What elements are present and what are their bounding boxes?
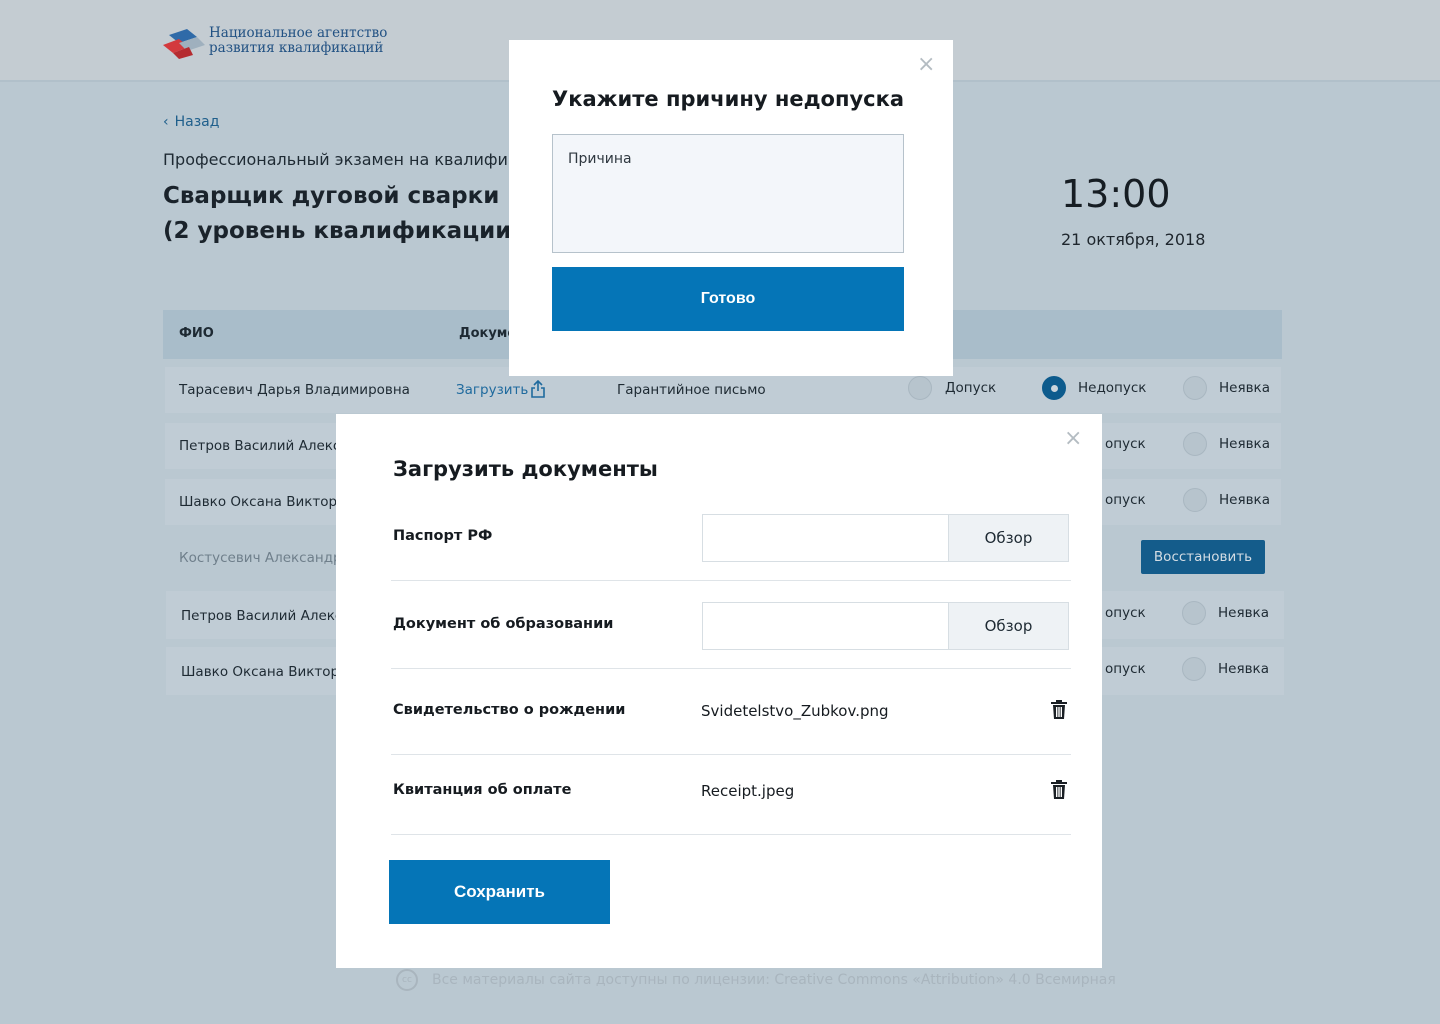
exam-subtitle: Профессиональный экзамен на квалифик	[163, 150, 518, 169]
participant-name: Петров Василий Алексе	[181, 608, 351, 624]
uploaded-file-name: Receipt.jpeg	[701, 782, 795, 800]
column-header-docs: Докуме	[459, 326, 517, 341]
chevron-left-icon: ‹	[163, 114, 169, 130]
radio-not-admit-label: опуск	[1105, 605, 1146, 621]
radio-absent-label: Неявка	[1218, 661, 1269, 677]
exam-time: 13:00	[1061, 172, 1171, 216]
footer-license-text: Все материалы сайта доступны по лицензии…	[432, 972, 1116, 988]
radio-absent-label: Неявка	[1219, 492, 1270, 508]
radio-absent[interactable]	[1183, 376, 1207, 400]
radio-absent-label: Неявка	[1218, 605, 1269, 621]
participant-name: Тарасевич Дарья Владимировна	[179, 382, 410, 398]
back-label: Назад	[174, 114, 220, 130]
radio-absent[interactable]	[1182, 657, 1206, 681]
reason-modal: × Укажите причину недопуска Готово	[509, 40, 953, 376]
divider	[391, 668, 1071, 669]
radio-not-admit[interactable]	[1042, 376, 1066, 400]
document-name: Гарантийное письмо	[617, 382, 766, 398]
document-label-education: Документ об образовании	[393, 616, 614, 632]
logo-line-2: развития квалификаций	[209, 40, 384, 56]
participant-name: Шавко Оксана Викторов	[179, 494, 354, 510]
creative-commons-icon: cc	[396, 969, 418, 991]
save-button[interactable]: Сохранить	[389, 860, 610, 924]
document-label-passport: Паспорт РФ	[393, 528, 493, 544]
radio-absent[interactable]	[1183, 432, 1207, 456]
radio-not-admit-label: опуск	[1105, 661, 1146, 677]
participant-name: Костусевич Александр С	[179, 550, 356, 566]
logo-icon[interactable]	[163, 25, 205, 59]
upload-documents-modal: × Загрузить документы Паспорт РФ Обзор Д…	[336, 414, 1102, 968]
radio-absent-label: Неявка	[1219, 380, 1270, 396]
education-file-input[interactable]: Обзор	[702, 602, 1069, 650]
divider	[391, 580, 1071, 581]
footer-license: cc Все материалы сайта доступны по лиценз…	[396, 969, 1116, 991]
divider	[391, 834, 1071, 835]
restore-button[interactable]: Восстановить	[1141, 540, 1265, 574]
browse-button[interactable]: Обзор	[948, 603, 1068, 649]
close-icon[interactable]: ×	[917, 54, 935, 76]
reason-input[interactable]	[552, 134, 904, 253]
radio-not-admit-label: опуск	[1105, 436, 1146, 452]
participant-name: Шавко Оксана Викторов	[181, 664, 356, 680]
document-label-birth-certificate: Свидетельство о рождении	[393, 702, 626, 718]
radio-absent[interactable]	[1183, 488, 1207, 512]
divider	[391, 754, 1071, 755]
close-icon[interactable]: ×	[1064, 428, 1082, 450]
upload-link[interactable]: Загрузить	[456, 382, 528, 398]
radio-not-admit-label: опуск	[1105, 492, 1146, 508]
radio-not-admit-label: Недопуск	[1078, 380, 1147, 396]
logo-text: Национальное агентство развития квалифик…	[209, 26, 387, 56]
radio-admit[interactable]	[908, 376, 932, 400]
trash-icon[interactable]	[1051, 780, 1067, 799]
done-button[interactable]: Готово	[552, 267, 904, 331]
column-header-fio: ФИО	[179, 326, 214, 341]
document-label-payment-receipt: Квитанция об оплате	[393, 782, 572, 798]
back-link[interactable]: ‹ Назад	[163, 114, 219, 130]
logo-line-1: Национальное агентство	[209, 25, 388, 41]
upload-icon[interactable]	[530, 380, 546, 398]
trash-icon[interactable]	[1051, 700, 1067, 719]
upload-documents-title: Загрузить документы	[393, 457, 658, 481]
exam-date: 21 октября, 2018	[1061, 230, 1206, 249]
radio-admit-label: Допуск	[945, 380, 997, 396]
uploaded-file-name: Svidetelstvo_Zubkov.png	[701, 702, 889, 720]
passport-file-input[interactable]: Обзор	[702, 514, 1069, 562]
participant-name: Петров Василий Алексее	[179, 438, 357, 454]
browse-button[interactable]: Обзор	[948, 515, 1068, 561]
reason-modal-title: Укажите причину недопуска	[552, 87, 905, 111]
radio-absent[interactable]	[1182, 601, 1206, 625]
radio-absent-label: Неявка	[1219, 436, 1270, 452]
